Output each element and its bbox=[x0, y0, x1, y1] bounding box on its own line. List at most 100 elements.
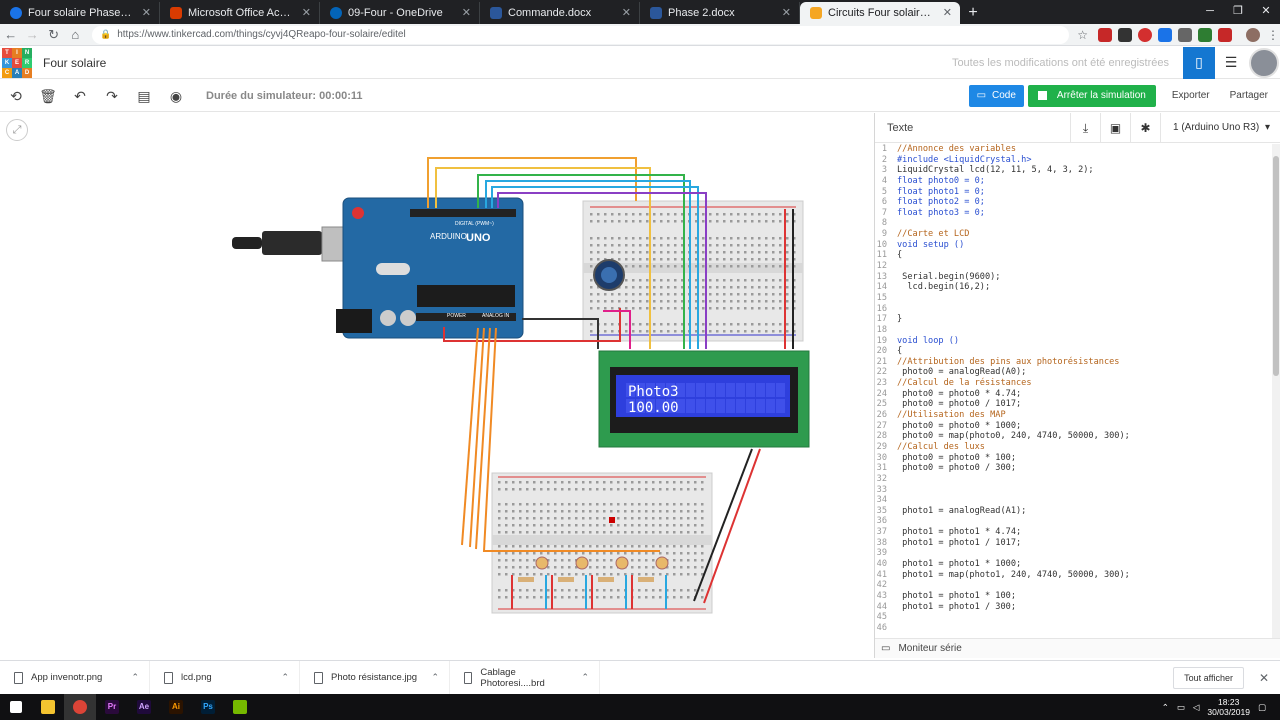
code-line[interactable]: 23 //Calcul de la résistances bbox=[875, 378, 1273, 389]
tab-commande[interactable]: Commande.docx ✕ bbox=[480, 2, 640, 24]
schematic-view-button[interactable]: ☰ bbox=[1215, 47, 1247, 79]
taskbar-premiere[interactable]: Pr bbox=[96, 694, 128, 720]
circuit-canvas[interactable]: ⤢ ARDUINO UNO DIGITAL (PWM~) POWER ANALO… bbox=[0, 113, 874, 658]
code-line[interactable]: 21 //Attribution des pins aux photorésist… bbox=[875, 357, 1273, 368]
code-line[interactable]: 41 photo1 = map(photo1, 240, 4740, 50000… bbox=[875, 570, 1273, 581]
stop-simulation-button[interactable]: Arrêter la simulation bbox=[1027, 84, 1156, 107]
code-line[interactable]: 44 photo1 = photo1 / 300; bbox=[875, 602, 1273, 613]
start-button[interactable] bbox=[0, 694, 32, 720]
project-name[interactable]: Four solaire bbox=[43, 56, 106, 70]
close-icon[interactable]: ✕ bbox=[1254, 671, 1274, 685]
code-line[interactable]: 32 bbox=[875, 474, 1273, 485]
avatar[interactable] bbox=[1249, 47, 1279, 78]
code-line[interactable]: 6 float photo2 = 0; bbox=[875, 197, 1273, 208]
bookmark-star-icon[interactable]: ☆ bbox=[1077, 28, 1088, 42]
chevron-up-icon[interactable]: ⌃ bbox=[281, 672, 289, 683]
menu-dots-icon[interactable]: ⋮ bbox=[1266, 28, 1280, 42]
code-line[interactable]: 13 Serial.begin(9600); bbox=[875, 272, 1273, 283]
code-line[interactable]: 31 photo0 = photo0 / 300; bbox=[875, 463, 1273, 474]
forward-arrow-icon[interactable]: → bbox=[22, 25, 44, 45]
code-line[interactable]: 2 #include <LiquidCrystal.h> bbox=[875, 155, 1273, 166]
new-tab-button[interactable]: + bbox=[960, 2, 986, 24]
code-line[interactable]: 20 { bbox=[875, 346, 1273, 357]
code-line[interactable]: 14 lcd.begin(16,2); bbox=[875, 282, 1273, 293]
device-select[interactable]: 1 (Arduino Uno R3) ▾ bbox=[1160, 112, 1280, 143]
show-all-downloads-button[interactable]: Tout afficher bbox=[1173, 666, 1244, 689]
reload-icon[interactable]: ↻ bbox=[43, 25, 65, 45]
code-line[interactable]: 24 photo0 = photo0 * 4.74; bbox=[875, 389, 1273, 400]
close-icon[interactable]: ✕ bbox=[622, 2, 631, 24]
chevron-up-icon[interactable]: ⌃ bbox=[131, 672, 139, 683]
taskbar-aftereffects[interactable]: Ae bbox=[128, 694, 160, 720]
code-line[interactable]: 38 photo1 = photo1 / 1017; bbox=[875, 538, 1273, 549]
delete-icon[interactable]: 🗑 bbox=[32, 81, 64, 111]
close-icon[interactable]: ✕ bbox=[302, 2, 311, 24]
code-line[interactable]: 4 float photo0 = 0; bbox=[875, 176, 1273, 187]
network-icon[interactable]: ▭ bbox=[1177, 702, 1185, 713]
taskbar-chrome[interactable] bbox=[64, 694, 96, 720]
code-line[interactable]: 17} bbox=[875, 314, 1273, 325]
back-arrow-icon[interactable]: ← bbox=[0, 25, 22, 45]
close-icon[interactable]: ✕ bbox=[782, 2, 791, 24]
code-line[interactable]: 29 //Calcul des luxs bbox=[875, 442, 1273, 453]
code-line[interactable]: 45 bbox=[875, 612, 1273, 623]
chevron-up-icon[interactable]: ⌃ bbox=[1162, 702, 1169, 713]
download-item[interactable]: App invenotr.png ⌃ bbox=[0, 660, 150, 695]
code-line[interactable]: 9 //Carte et LCD bbox=[875, 229, 1273, 240]
taskbar-nvidia[interactable] bbox=[224, 694, 256, 720]
taskbar-photoshop[interactable]: Ps bbox=[192, 694, 224, 720]
arduino-uno-board[interactable]: ARDUINO UNO DIGITAL (PWM~) POWER ANALOG … bbox=[336, 197, 524, 339]
code-line[interactable]: 7 float photo3 = 0; bbox=[875, 208, 1273, 219]
minimize-icon[interactable]: ─ bbox=[1196, 0, 1224, 22]
eye-icon[interactable]: ◉ bbox=[160, 81, 192, 111]
code-line[interactable]: 10 void setup () bbox=[875, 240, 1273, 251]
close-icon[interactable]: ✕ bbox=[142, 2, 151, 24]
code-scrollbar[interactable] bbox=[1272, 144, 1280, 638]
debug-bug-icon[interactable]: ✱ bbox=[1130, 112, 1160, 143]
circuit-view-button[interactable]: ▯ bbox=[1183, 46, 1215, 79]
taskbar-explorer[interactable] bbox=[32, 694, 64, 720]
code-line[interactable]: 1 //Annonce des variables bbox=[875, 144, 1273, 155]
extension-icon[interactable] bbox=[1178, 27, 1193, 42]
chevron-up-icon[interactable]: ⌃ bbox=[581, 672, 589, 683]
code-line[interactable]: 5 float photo1 = 0; bbox=[875, 187, 1273, 198]
tab-prezi[interactable]: Four solaire Phase 2 on Prezi Ne✕ bbox=[0, 2, 160, 24]
code-line[interactable]: 33 bbox=[875, 485, 1273, 496]
code-line[interactable]: 28 photo0 = map(photo0, 240, 4740, 50000… bbox=[875, 431, 1273, 442]
chevron-up-icon[interactable]: ⌃ bbox=[431, 672, 439, 683]
code-line[interactable]: 34 bbox=[875, 495, 1273, 506]
library-icon[interactable]: ▣ bbox=[1100, 112, 1130, 143]
code-button[interactable]: ▭ Code bbox=[968, 84, 1024, 107]
taskbar-illustrator[interactable]: Ai bbox=[160, 694, 192, 720]
tab-office[interactable]: Microsoft Office Accueil ✕ bbox=[160, 2, 320, 24]
code-text-area[interactable]: 1 //Annonce des variables 2 #include <Liqui… bbox=[875, 144, 1273, 638]
export-button[interactable]: Exporter bbox=[1164, 85, 1218, 107]
redo-icon[interactable]: ↷ bbox=[96, 81, 128, 111]
tab-phase2[interactable]: Phase 2.docx ✕ bbox=[640, 2, 800, 24]
code-line[interactable]: 12 bbox=[875, 261, 1273, 272]
code-line[interactable]: 43 photo1 = photo1 * 100; bbox=[875, 591, 1273, 602]
home-icon[interactable]: ⌂ bbox=[65, 25, 87, 45]
code-line[interactable]: 26 //Utilisation des MAP bbox=[875, 410, 1273, 421]
extension-icon[interactable] bbox=[1098, 27, 1113, 42]
url-input[interactable]: 🔒 https://www.tinkercad.com/things/cyvj4… bbox=[92, 25, 1070, 44]
code-line[interactable]: 8 bbox=[875, 218, 1273, 229]
close-icon[interactable]: ✕ bbox=[943, 2, 952, 24]
lcd-16x2[interactable]: Photo3 100.00 bbox=[598, 350, 810, 448]
code-line[interactable]: 22 photo0 = analogRead(A0); bbox=[875, 367, 1273, 378]
zoom-fit-icon[interactable]: ⤢ bbox=[6, 119, 28, 141]
serial-monitor-toggle[interactable]: ▭ Moniteur série bbox=[875, 638, 1280, 658]
extension-icon[interactable] bbox=[1138, 27, 1153, 42]
code-line[interactable]: 30 photo0 = photo0 * 100; bbox=[875, 453, 1273, 464]
code-line[interactable]: 46 bbox=[875, 623, 1273, 634]
code-line[interactable]: 36 bbox=[875, 516, 1273, 527]
code-line[interactable]: 3 LiquidCrystal lcd(12, 11, 5, 4, 3, 2); bbox=[875, 165, 1273, 176]
notifications-icon[interactable]: ▢ bbox=[1258, 702, 1266, 713]
extension-icon[interactable] bbox=[1198, 27, 1213, 42]
download-item[interactable]: Photo résistance.jpg ⌃ bbox=[300, 660, 450, 695]
notes-icon[interactable]: ▤ bbox=[128, 81, 160, 111]
extension-icon[interactable] bbox=[1158, 27, 1173, 42]
code-line[interactable]: 25 photo0 = photo0 / 1017; bbox=[875, 399, 1273, 410]
code-line[interactable]: 42 bbox=[875, 580, 1273, 591]
maximize-icon[interactable]: ❐ bbox=[1224, 0, 1252, 22]
